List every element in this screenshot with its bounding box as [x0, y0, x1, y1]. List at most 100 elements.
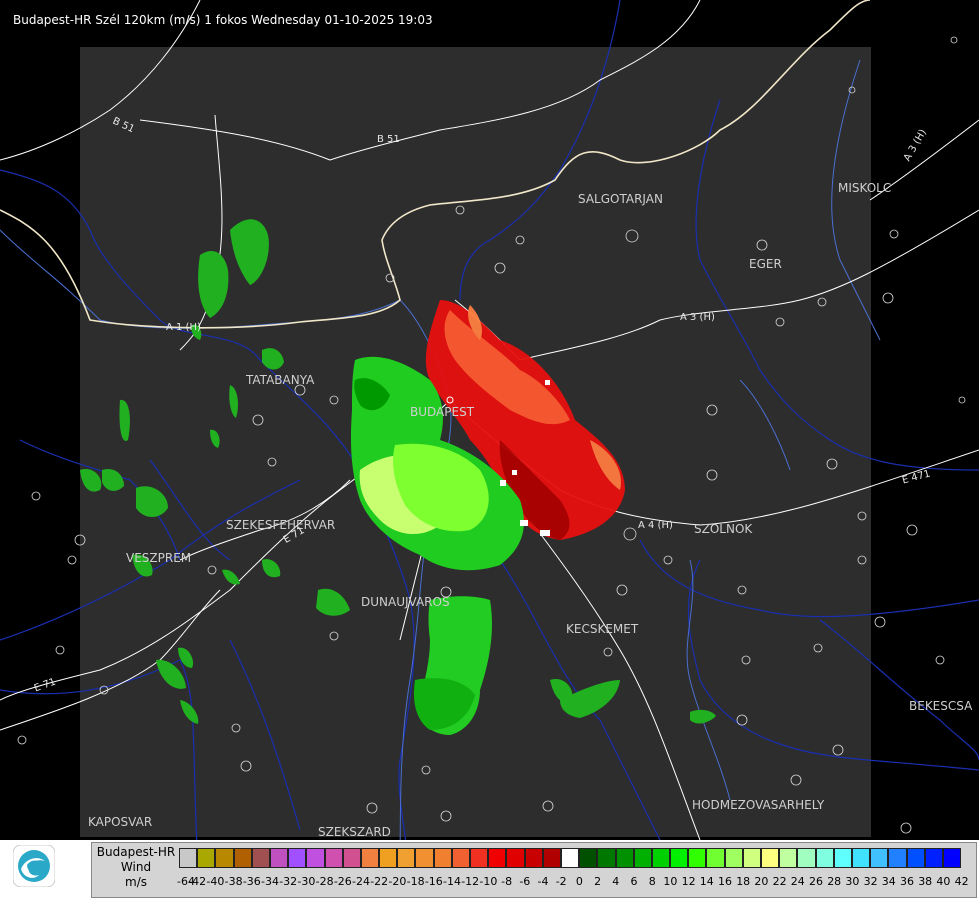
legend-tick-label: -6 — [519, 875, 531, 888]
legend-tick-label: 10 — [663, 875, 678, 888]
legend-swatch — [615, 848, 634, 868]
legend-swatch — [833, 848, 852, 868]
legend-tick-label: -14 — [443, 875, 461, 888]
legend-swatch — [397, 848, 416, 868]
met-service-logo — [12, 844, 56, 888]
legend-tick-label: -10 — [479, 875, 498, 888]
legend-color-scale — [179, 848, 962, 869]
road-label-a4: A 4 (H) — [638, 520, 673, 531]
legend-tick-label: 42 — [954, 875, 969, 888]
legend-tick-label: -8 — [501, 875, 513, 888]
legend-tick-label: 40 — [936, 875, 951, 888]
legend-swatch — [451, 848, 470, 868]
legend-swatch — [688, 848, 707, 868]
legend-swatch — [415, 848, 434, 868]
legend-tick-label: 20 — [754, 875, 769, 888]
legend-tick-label: 26 — [809, 875, 823, 888]
legend-tick-label: 16 — [718, 875, 732, 888]
legend-swatch — [742, 848, 761, 868]
radar-map — [0, 0, 979, 900]
city-label-szekesfehervar: SZEKESFEHERVAR — [226, 518, 336, 532]
legend-tick-label: -34 — [261, 875, 279, 888]
legend-swatch — [197, 848, 216, 868]
legend-tick-label: 24 — [790, 875, 805, 888]
legend-swatch — [597, 848, 616, 868]
city-label-kecskemet: KECSKEMET — [566, 622, 639, 636]
legend-swatch — [942, 848, 962, 868]
legend-tick-label: -36 — [242, 875, 261, 888]
legend-swatch — [851, 848, 871, 868]
legend-tick-label: -38 — [224, 875, 243, 888]
legend-tick-label: 36 — [900, 875, 914, 888]
legend-swatch — [470, 848, 489, 868]
legend-product: Wind — [120, 860, 152, 874]
legend-tick-label: -12 — [461, 875, 480, 888]
legend-swatch — [524, 848, 543, 868]
city-label-szekszard: SZEKSZARD — [318, 825, 391, 839]
legend-tick-label: 32 — [863, 875, 878, 888]
legend-swatch — [797, 848, 816, 868]
legend-swatch — [251, 848, 270, 868]
city-label-kaposvar: KAPOSVAR — [88, 815, 153, 829]
legend-swatch — [579, 848, 598, 868]
legend-tick-label: -30 — [297, 875, 316, 888]
legend-tick-label: 38 — [918, 875, 933, 888]
legend-tick-label: -22 — [370, 875, 389, 888]
legend-swatch — [233, 848, 252, 868]
city-label-eger: EGER — [749, 257, 782, 271]
legend-tick-label: 28 — [827, 875, 842, 888]
legend-swatch — [324, 848, 343, 868]
legend-swatch — [633, 848, 652, 868]
legend-swatch — [815, 848, 834, 868]
legend-tick-label: 14 — [699, 875, 714, 888]
city-label-budapest: BUDAPEST — [410, 405, 475, 419]
legend-swatch — [670, 848, 689, 868]
road-label-a1: A 1 (H) — [166, 322, 201, 333]
legend-swatch — [342, 848, 361, 868]
legend-tick-label: -24 — [352, 875, 370, 888]
legend-swatch — [215, 848, 234, 868]
legend-swatch — [560, 848, 580, 868]
legend-tick-label: -40 — [206, 875, 225, 888]
legend-tick-label: -4 — [537, 875, 549, 888]
legend-tick-labels: -64 -42 -40 -38 -36 -34 -32 -30 -28 -26 -24 -22 -20-… — [177, 875, 969, 891]
legend-swatch — [779, 848, 798, 868]
legend-swatch — [179, 848, 198, 868]
city-label-bekescsaba: BEKESCSA — [909, 699, 973, 713]
legend-tick-label: -2 — [555, 875, 567, 888]
city-label-hodmezovasarhely: HODMEZOVASARHELY — [692, 798, 825, 812]
road-label-a3-mid: A 3 (H) — [680, 312, 715, 323]
legend-swatch — [288, 848, 307, 868]
legend-tick-label: 4 — [612, 875, 620, 888]
legend: Budapest-HR Wind m/s -64 -42 -40 -38 -36 -34-… — [91, 842, 977, 898]
legend-swatch — [761, 848, 780, 868]
legend-swatch — [924, 848, 943, 868]
map-title: Budapest-HR Szél 120km (m/s) 1 fokos Wed… — [13, 13, 433, 27]
legend-tick-label: 0 — [575, 875, 583, 888]
legend-swatch — [724, 848, 743, 868]
legend-tick-label: 18 — [736, 875, 751, 888]
legend-unit: m/s — [125, 875, 147, 889]
legend-tick-label: -16 — [424, 875, 443, 888]
city-label-miskolc: MISKOLC — [838, 181, 892, 195]
legend-title: Budapest-HR Wind m/s — [92, 845, 180, 890]
legend-swatch — [306, 848, 325, 868]
legend-tick-label: -42 — [188, 875, 207, 888]
legend-swatch — [870, 848, 889, 868]
legend-tick-label: 8 — [648, 875, 656, 888]
legend-swatch — [433, 848, 452, 868]
city-label-veszprem: VESZPREM — [126, 551, 192, 565]
legend-tick-label: 22 — [772, 875, 787, 888]
legend-swatch — [706, 848, 725, 868]
city-label-szolnok: SZOLNOK — [694, 522, 753, 536]
legend-tick-label: 12 — [681, 875, 696, 888]
legend-tick-label: -32 — [279, 875, 298, 888]
road-label-b51-mid: B 51 — [377, 134, 400, 145]
city-label-dunaujvaros: DUNAUJVAROS — [361, 595, 450, 609]
legend-swatch — [542, 848, 561, 868]
legend-swatch — [379, 848, 398, 868]
legend-swatch — [360, 848, 380, 868]
legend-swatch — [906, 848, 925, 868]
legend-swatch — [269, 848, 289, 868]
legend-tick-label: -18 — [406, 875, 425, 888]
